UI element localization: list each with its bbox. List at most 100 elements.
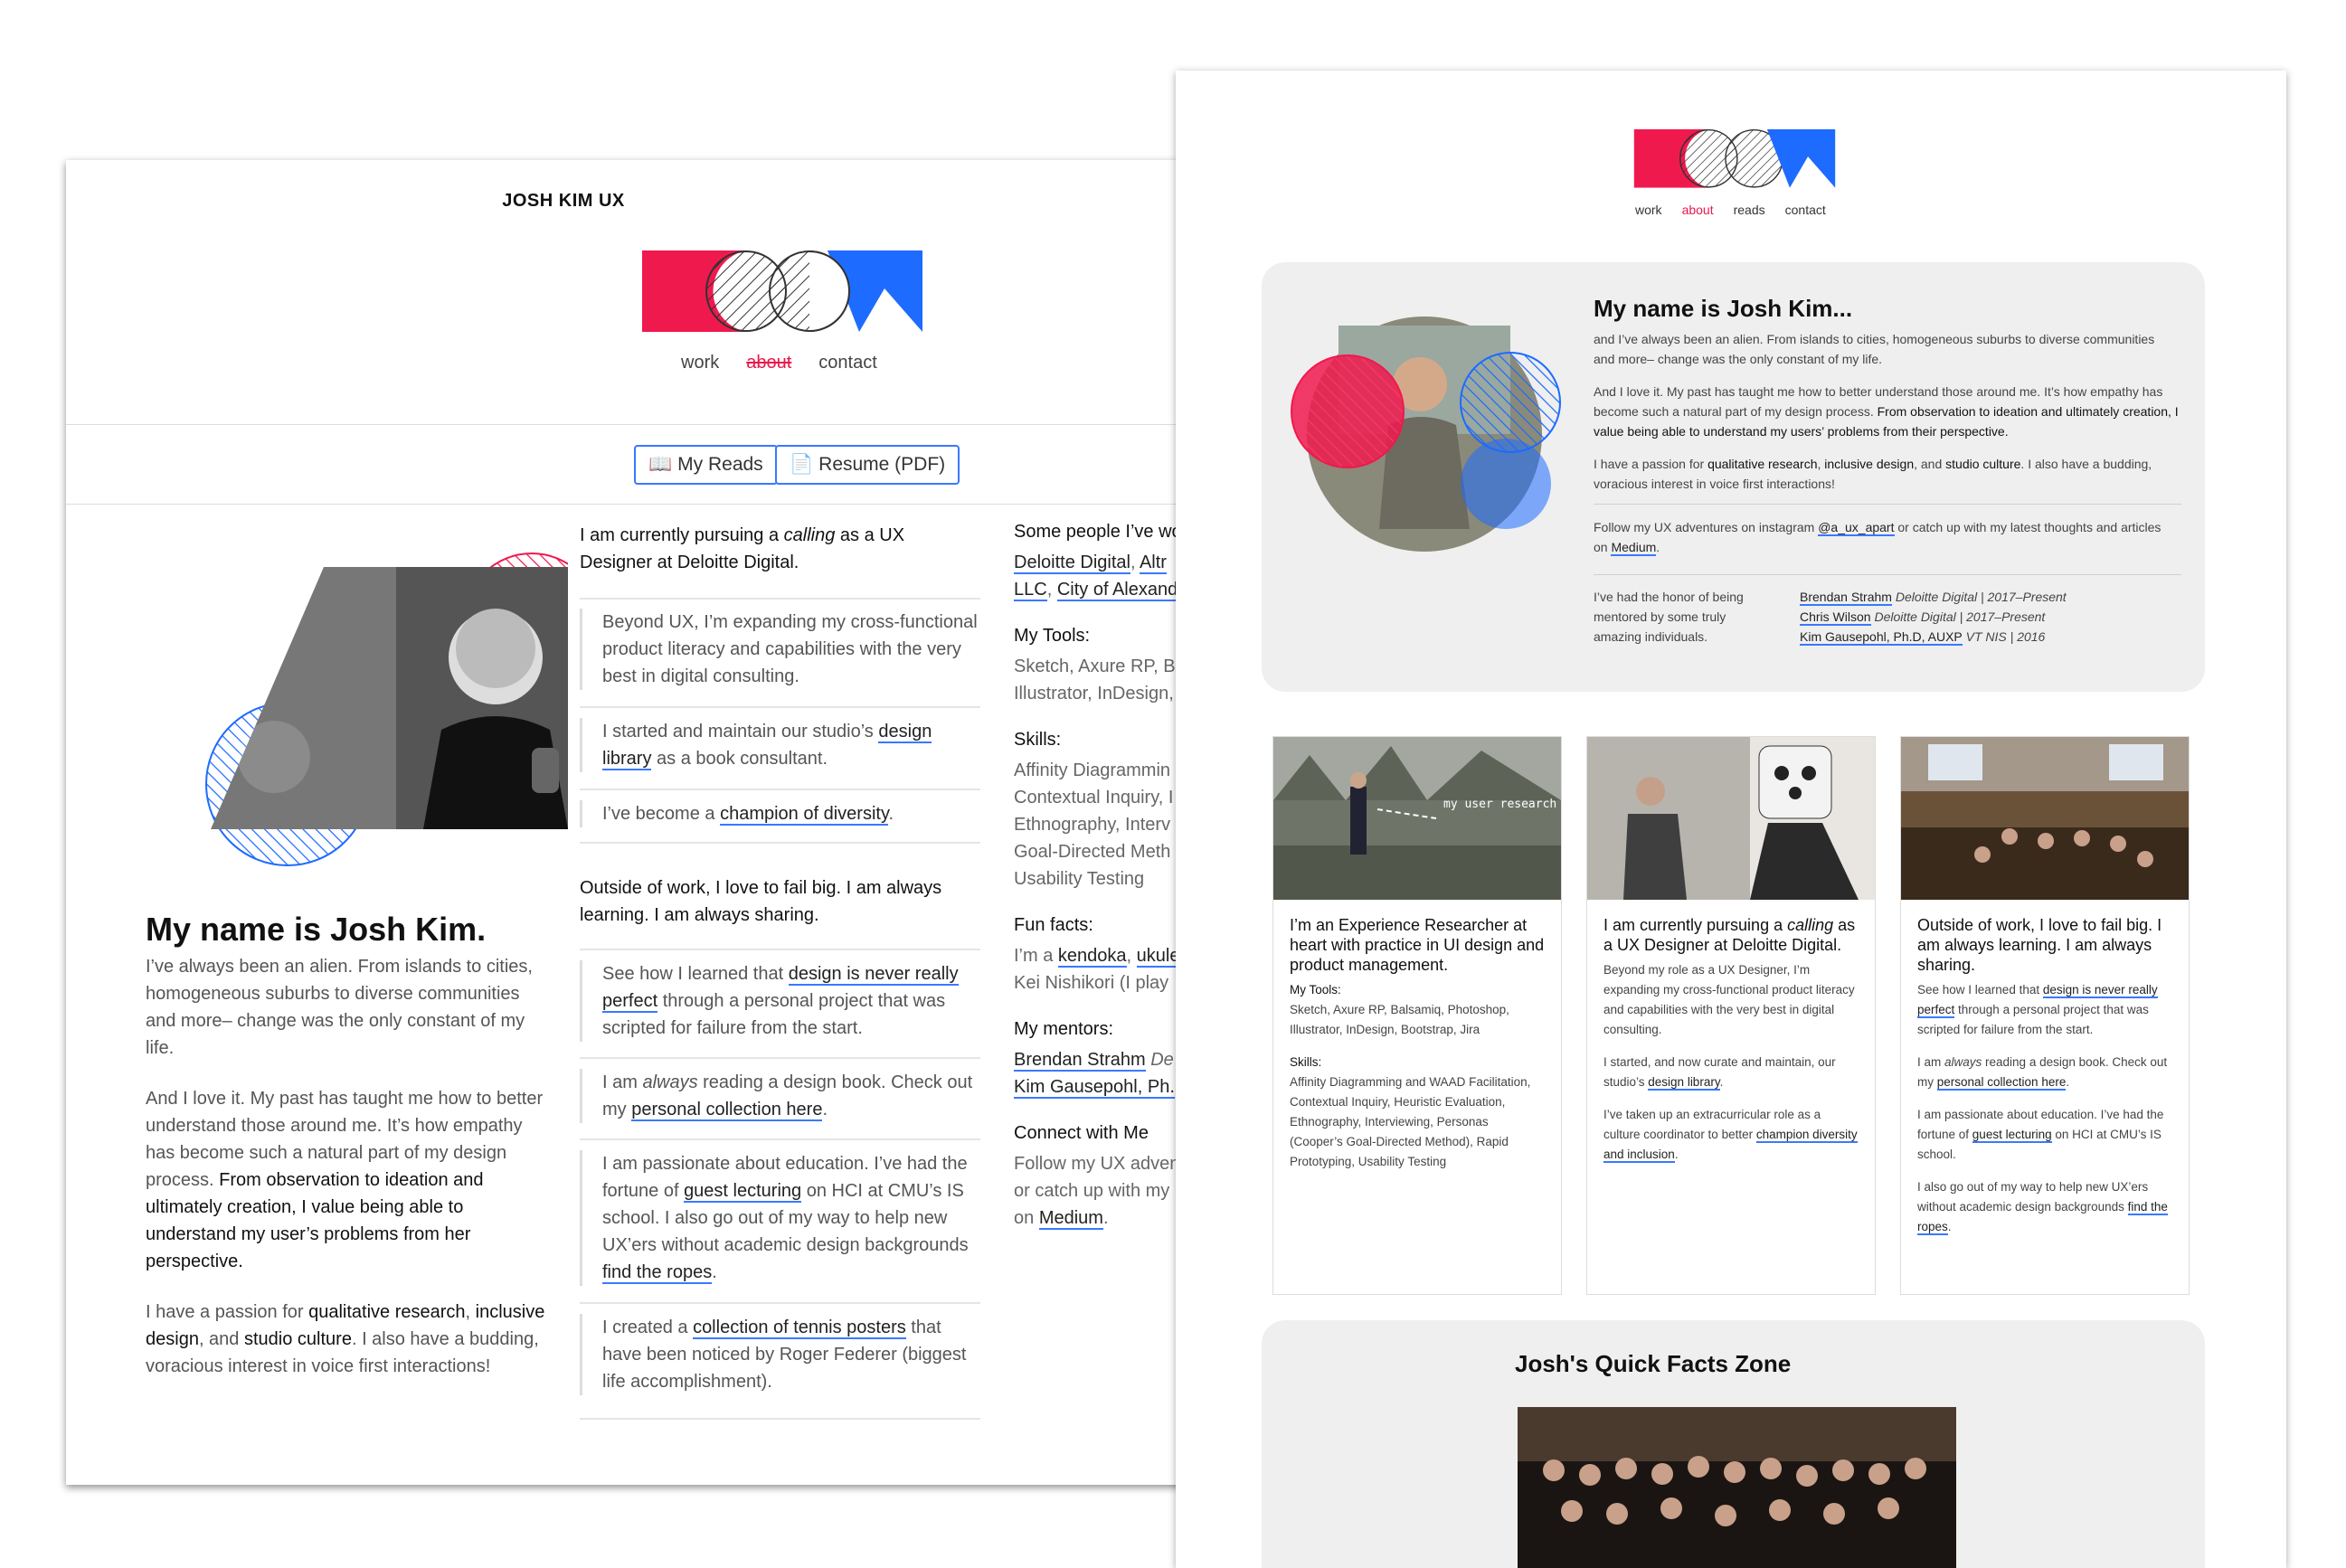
champion-of-diversity-link[interactable]: champion of diversity <box>720 804 889 826</box>
connect-line-1: Follow my UX adven <box>1014 1154 1180 1174</box>
people-line-2: LLC, City of Alexand <box>1014 576 1178 603</box>
nav-contact[interactable]: contact <box>818 353 876 373</box>
people-heading: Some people I’ve wo <box>1014 522 1182 542</box>
mentor-brendan-org: Deloitte Digital | 2017–Present <box>1891 590 2067 604</box>
skills-line-4: Goal-Directed Meth <box>1014 842 1171 862</box>
right-page-window: work about reads contact My name is Josh… <box>1176 71 2286 1568</box>
tile-deloitte-p1: Beyond my role as a UX Designer, I’m exp… <box>1603 963 1855 1036</box>
nav-reads[interactable]: reads <box>1734 203 1765 217</box>
tile-outside-p1: See how I learned that design is never r… <box>1917 980 2172 1040</box>
mentor-list: Brendan Strahm Deloitte Digital | 2017–P… <box>1800 587 2180 647</box>
tile-outside-p3: I am passionate about education. I’ve ha… <box>1917 1105 2172 1165</box>
work-lead-text: I am currently pursuing a <box>580 525 784 545</box>
hero-title: My name is Josh Kim... <box>1594 295 1853 322</box>
hero-p3-and: , and <box>1914 457 1946 471</box>
left-page-window: JOSH KIM UX work about contact 📖 My Read… <box>66 160 1187 1485</box>
mentors-heading: My mentors: <box>1014 1019 1114 1039</box>
tennis-posters-link[interactable]: collection of tennis posters <box>693 1318 906 1339</box>
tile-researcher[interactable]: my user research guide I’m an Experience… <box>1272 736 1599 1295</box>
ukulele-link[interactable]: ukule <box>1136 946 1180 968</box>
hero-p3-bold-1: qualitative research <box>1707 457 1818 471</box>
rule <box>580 1302 980 1304</box>
classroom-photo <box>1901 737 2189 900</box>
tools-heading: My Tools: <box>1290 983 1341 997</box>
fun-facts-line-1: I’m a kendoka, ukule <box>1014 942 1180 969</box>
llc-link[interactable]: LLC <box>1014 580 1047 601</box>
p2-italic: always <box>1944 1055 1982 1069</box>
outside-item-2: I am always reading a design book. Check… <box>580 1069 980 1123</box>
tile-deloitte[interactable]: I am currently pursuing a calling as a U… <box>1586 736 1876 1295</box>
tile-outside-work[interactable]: Outside of work, I love to fail big. I a… <box>1900 736 2190 1295</box>
nav-work[interactable]: work <box>1635 203 1662 217</box>
guest-lecturing-link[interactable]: guest lecturing <box>1972 1128 2052 1143</box>
kim-gausepohl-link[interactable]: Kim Gausepohl, Ph. <box>1014 1077 1175 1099</box>
personal-collection-link[interactable]: personal collection here <box>1936 1075 2067 1091</box>
nav-contact[interactable]: contact <box>1785 203 1826 217</box>
rule <box>580 789 980 790</box>
nav-about[interactable]: about <box>746 353 791 373</box>
hero-paragraph-2: And I love it. My past has taught me how… <box>1594 382 2181 441</box>
intro-paragraph-2: And I love it. My past has taught me how… <box>146 1085 553 1275</box>
intro-p3-bold-studio: studio culture <box>243 1329 352 1349</box>
fun-text: I’m a <box>1014 946 1058 966</box>
quick-facts-title: Josh's Quick Facts Zone <box>1515 1350 1792 1377</box>
work-item-1: Beyond UX, I’m expanding my cross-functi… <box>580 609 980 690</box>
brendan-strahm-link[interactable]: Brendan Strahm <box>1014 1050 1146 1072</box>
rule <box>580 706 980 708</box>
resume-button[interactable]: 📄 Resume (PDF) <box>775 445 960 485</box>
kendoka-link[interactable]: kendoka <box>1057 946 1127 968</box>
instagram-link[interactable]: @a_ux_apart <box>1818 520 1895 536</box>
outside-item-2-text: I am <box>602 1072 643 1092</box>
work-item-2-end: as a book consultant. <box>651 749 828 769</box>
city-of-alexandria-link[interactable]: City of Alexand <box>1056 580 1178 601</box>
mentor-chris-org: Deloitte Digital | 2017–Present <box>1870 609 2046 624</box>
outside-item-1-text: See how I learned that <box>602 964 789 984</box>
p1-text: See how I learned that <box>1917 983 2043 997</box>
medium-link[interactable]: Medium <box>1038 1208 1103 1230</box>
mentor-kim-link[interactable]: Kim Gausepohl, Ph.D, AUXP <box>1800 629 1963 646</box>
connect-line-2: or catch up with my <box>1014 1181 1170 1201</box>
tile-deloitte-title: I am currently pursuing a calling as a U… <box>1587 904 1875 955</box>
my-reads-button[interactable]: 📖 My Reads <box>634 445 778 485</box>
nav-about[interactable]: about <box>1682 203 1714 217</box>
mentor-chris-link[interactable]: Chris Wilson <box>1800 609 1871 626</box>
hero-portrait <box>1291 316 1561 552</box>
skills-line-3: Ethnography, Interv <box>1014 815 1171 835</box>
jk-logo-small[interactable] <box>1632 129 1837 189</box>
personal-collection-link[interactable]: personal collection here <box>631 1100 823 1121</box>
deloitte-digital-link[interactable]: Deloitte Digital <box>1014 553 1130 574</box>
hero-p3-bold-2: inclusive design <box>1824 457 1915 471</box>
mentor-item: Kim Gausepohl, Ph.D, AUXP VT NIS | 2016 <box>1800 627 2180 647</box>
skills-line-2: Contextual Inquiry, I <box>1014 788 1174 808</box>
people-sep: , <box>1130 553 1140 572</box>
skills-heading: Skills: <box>1014 730 1062 750</box>
fun-sep: , <box>1126 946 1137 966</box>
mentor-brendan-link[interactable]: Brendan Strahm <box>1800 590 1892 606</box>
site-brand[interactable]: JOSH KIM UX <box>66 191 1061 212</box>
hero-p1-text: and I’ve always been an alien. From isla… <box>1594 332 2155 366</box>
mentor-item: Chris Wilson Deloitte Digital | 2017–Pre… <box>1800 607 2180 627</box>
p4-end: . <box>1947 1220 1952 1233</box>
profile-collage <box>205 553 568 866</box>
medium-link[interactable]: Medium <box>1611 540 1657 556</box>
guest-lecturing-link[interactable]: guest lecturing <box>684 1181 802 1203</box>
skills-line-5: Usability Testing <box>1014 869 1145 889</box>
jk-logo[interactable] <box>642 250 922 334</box>
intro-p1-text: I’ve always been an alien. From islands … <box>146 957 533 1058</box>
outside-item-4-text: I created a <box>602 1318 694 1337</box>
work-item-3: I’ve become a champion of diversity. <box>580 800 980 827</box>
rule <box>580 1057 980 1059</box>
resume-label: Resume (PDF) <box>818 454 946 475</box>
outside-lead: Outside of work, I love to fail big. I a… <box>580 878 942 925</box>
fun-facts-heading: Fun facts: <box>1014 915 1093 935</box>
find-the-ropes-link[interactable]: find the ropes <box>602 1262 713 1284</box>
intro-paragraph-1: I’ve always been an alien. From islands … <box>146 953 553 1062</box>
nav-work[interactable]: work <box>681 353 719 373</box>
altr-link[interactable]: Altr <box>1139 553 1167 574</box>
book-icon: 📖 <box>648 454 673 475</box>
design-library-link[interactable]: design library <box>1648 1075 1720 1091</box>
tile-deloitte-body: Beyond my role as a UX Designer, I’m exp… <box>1587 955 1875 1165</box>
outside-item-3-end: . <box>712 1262 717 1282</box>
divider <box>66 504 1187 505</box>
tile-deloitte-title-italic: calling <box>1787 916 1834 934</box>
